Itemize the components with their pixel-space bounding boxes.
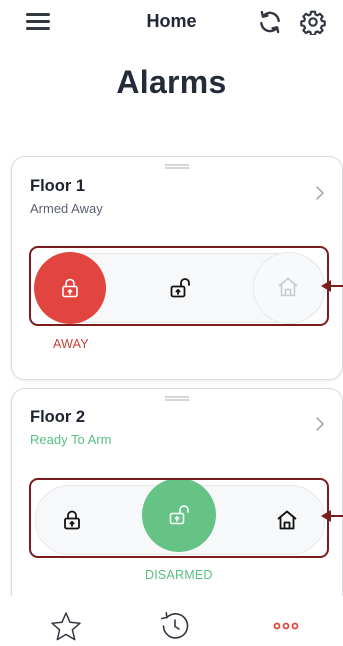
pointer-arrow-icon xyxy=(321,280,343,292)
more-icon[interactable] xyxy=(270,610,304,642)
away-mode-button[interactable] xyxy=(34,252,106,324)
lock-icon xyxy=(62,278,78,298)
alarm-card-floor-2[interactable]: Floor 2 Ready To Arm DISARMED xyxy=(11,388,343,619)
card-name: Floor 1 xyxy=(30,177,86,195)
unlock-icon xyxy=(170,278,190,298)
away-mode-button[interactable] xyxy=(36,484,108,556)
card-status: Armed Away xyxy=(30,201,103,216)
drag-handle[interactable] xyxy=(165,396,189,401)
star-icon[interactable] xyxy=(49,610,83,642)
menu-icon[interactable] xyxy=(26,11,52,31)
page-title: Alarms xyxy=(116,64,227,100)
disarm-mode-button[interactable] xyxy=(144,252,216,324)
drag-handle[interactable] xyxy=(165,164,189,169)
disarm-mode-button[interactable] xyxy=(142,478,216,552)
pointer-arrow-icon xyxy=(321,510,343,522)
chevron-right-icon[interactable] xyxy=(312,415,326,433)
stay-mode-button[interactable] xyxy=(253,252,325,324)
lock-icon xyxy=(64,510,80,530)
header: Home xyxy=(0,0,343,44)
mode-label: DISARMED xyxy=(145,568,213,582)
alarm-card-floor-1[interactable]: Floor 1 Armed Away AWAY xyxy=(11,156,343,380)
chevron-right-icon[interactable] xyxy=(312,184,326,202)
bottom-nav xyxy=(0,596,343,646)
unlock-icon xyxy=(169,505,189,525)
mode-label: AWAY xyxy=(53,337,89,351)
home-icon xyxy=(277,510,297,530)
refresh-icon[interactable] xyxy=(257,9,283,35)
arm-mode-selector xyxy=(35,478,325,556)
card-name: Floor 2 xyxy=(30,408,86,426)
history-icon[interactable] xyxy=(158,610,192,642)
card-status: Ready To Arm xyxy=(30,432,112,447)
home-icon xyxy=(278,277,298,297)
arm-mode-selector xyxy=(34,252,325,324)
stay-mode-button[interactable] xyxy=(251,484,323,556)
gear-icon[interactable] xyxy=(300,9,326,35)
